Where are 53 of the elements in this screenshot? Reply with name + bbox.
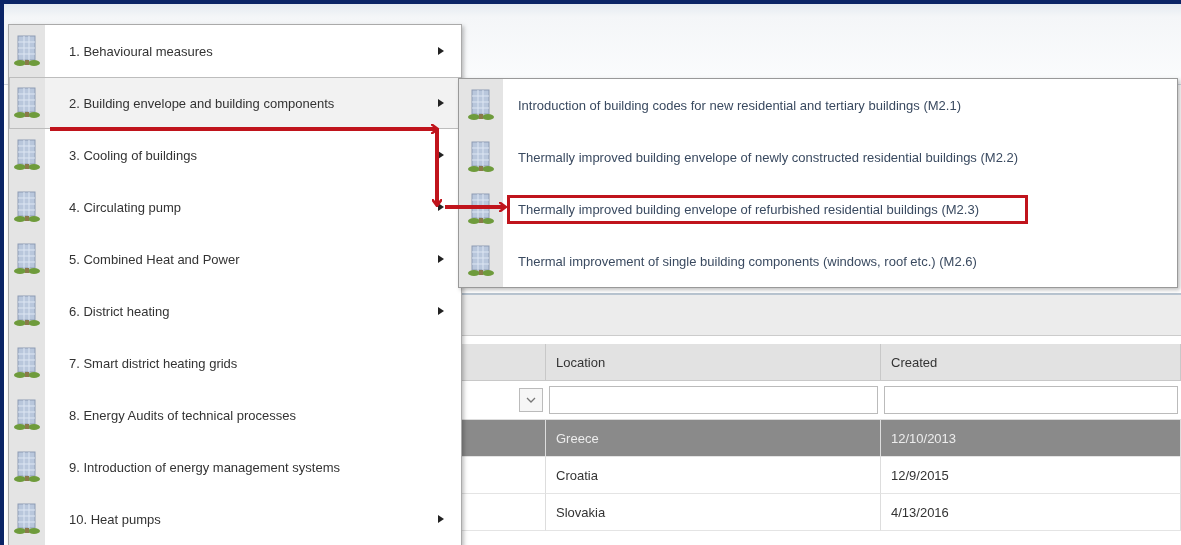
menu-item-label: 6. District heating bbox=[68, 303, 171, 319]
menu-item[interactable]: 1. Behavioural measures bbox=[9, 25, 461, 77]
table-cell: Greece bbox=[546, 420, 881, 457]
submenu-item[interactable]: Thermally improved building envelope of refurbished residential buildings (M2.3) bbox=[459, 183, 1177, 235]
menu-item[interactable]: 5. Combined Heat and Power bbox=[9, 233, 461, 285]
column-header[interactable]: Created bbox=[881, 344, 1181, 381]
building-icon bbox=[14, 450, 40, 484]
building-icon bbox=[468, 88, 494, 122]
menu-item-label: 3. Cooling of buildings bbox=[68, 147, 198, 163]
table-cell: 12/9/2015 bbox=[881, 457, 1181, 494]
column-header[interactable]: Location bbox=[546, 344, 881, 381]
building-icon bbox=[14, 294, 40, 328]
building-icon bbox=[14, 138, 40, 172]
building-icon bbox=[14, 34, 40, 68]
menu-item[interactable]: 2. Building envelope and building components bbox=[9, 77, 461, 129]
submenu-item[interactable]: Thermally improved building envelope of newly constructed residential buildings (M2.2) bbox=[459, 131, 1177, 183]
filter-field[interactable] bbox=[884, 386, 1178, 414]
table-cell: Croatia bbox=[546, 457, 881, 494]
menu-item-label: 4. Circulating pump bbox=[68, 199, 182, 215]
submenu-item-label: Thermal improvement of single building components (windows, roof etc.) (M2.6) bbox=[517, 252, 978, 271]
menu-item-label: 2. Building envelope and building components bbox=[68, 95, 336, 111]
menu-item-label: 8. Energy Audits of technical processes bbox=[68, 407, 297, 423]
menu-item[interactable]: 9. Introduction of energy management systems bbox=[9, 441, 461, 493]
building-icon bbox=[468, 140, 494, 174]
filter-field[interactable] bbox=[549, 386, 878, 414]
building-icon bbox=[14, 86, 40, 120]
building-icon bbox=[14, 346, 40, 380]
menu-item-label: 1. Behavioural measures bbox=[68, 43, 214, 59]
submenu-item-label: Introduction of building codes for new residential and tertiary buildings (M2.1) bbox=[517, 96, 962, 115]
menu-item-label: 9. Introduction of energy management systems bbox=[68, 459, 341, 475]
highlighted-submenu-label: Thermally improved building envelope of refurbished residential buildings (M2.3) bbox=[507, 194, 1029, 224]
menu-item[interactable]: 3. Cooling of buildings bbox=[9, 129, 461, 181]
building-icon bbox=[14, 502, 40, 536]
building-icon bbox=[14, 242, 40, 276]
menu-item[interactable]: 6. District heating bbox=[9, 285, 461, 337]
chevron-down-icon bbox=[526, 397, 536, 403]
menu-item[interactable]: 10. Heat pumps bbox=[9, 493, 461, 545]
table-cell: Slovakia bbox=[546, 494, 881, 531]
submenu-item[interactable]: Thermal improvement of single building components (windows, roof etc.) (M2.6) bbox=[459, 235, 1177, 287]
submenu-item[interactable]: Introduction of building codes for new residential and tertiary buildings (M2.1) bbox=[459, 79, 1177, 131]
menu-item[interactable]: 8. Energy Audits of technical processes bbox=[9, 389, 461, 441]
menu-item-label: 5. Combined Heat and Power bbox=[68, 251, 241, 267]
menu-item-label: 7. Smart district heating grids bbox=[68, 355, 239, 371]
menu-item-label: 10. Heat pumps bbox=[68, 511, 162, 527]
table-cell: 12/10/2013 bbox=[881, 420, 1181, 457]
table-cell: 4/13/2016 bbox=[881, 494, 1181, 531]
building-icon bbox=[14, 398, 40, 432]
building-icon bbox=[468, 192, 494, 226]
menu-item[interactable]: 7. Smart district heating grids bbox=[9, 337, 461, 389]
submenu-item-label: Thermally improved building envelope of newly constructed residential buildings (M2.2) bbox=[517, 148, 1020, 167]
menu-item[interactable]: 4. Circulating pump bbox=[9, 181, 461, 233]
building-icon bbox=[14, 190, 40, 224]
building-icon bbox=[468, 244, 494, 278]
